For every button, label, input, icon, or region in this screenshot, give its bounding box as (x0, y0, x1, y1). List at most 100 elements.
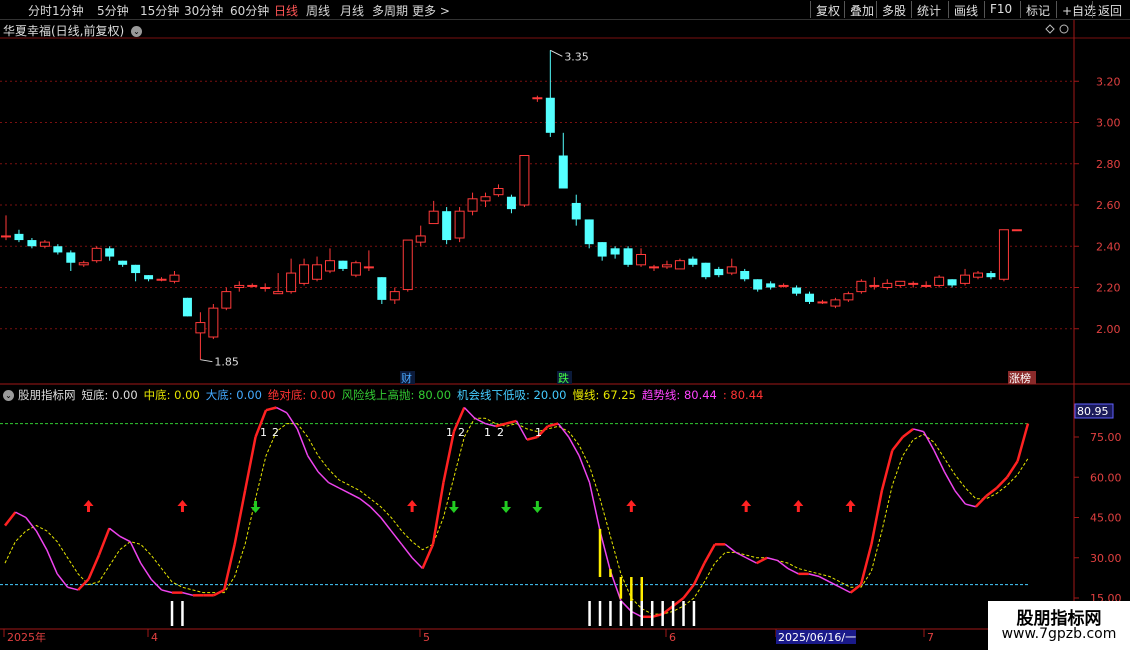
trend-segment (46, 549, 58, 575)
trend-segment (547, 422, 559, 428)
candle-20 (260, 283, 271, 292)
candle-body (234, 284, 245, 288)
indicator-value-4: 风险线上高抛: 80.00 (341, 388, 452, 402)
trend-segment (808, 573, 820, 578)
down-arrow-shape (250, 501, 261, 513)
candle-body (895, 280, 906, 286)
candle-12 (156, 277, 167, 282)
trend-segment (463, 406, 476, 419)
candle-19 (247, 283, 258, 288)
trend-segment (609, 570, 622, 601)
candle-50 (649, 264, 659, 271)
candle-15 (195, 312, 206, 360)
trend-segment (317, 471, 330, 484)
date-axis-label-1: 4 (151, 631, 158, 644)
candle-0 (1, 215, 11, 241)
candle-42 (545, 50, 555, 137)
trend-segment (839, 586, 851, 594)
candle-37 (480, 192, 491, 208)
candle-body (493, 188, 504, 196)
candle-body (778, 284, 789, 287)
marker-12-3: 2 (458, 426, 465, 439)
up-arrow-icon (177, 500, 188, 512)
candle-57 (740, 268, 750, 282)
candle-body (169, 274, 180, 282)
candle-body (182, 297, 192, 317)
candle-body (39, 241, 50, 247)
candle-body (869, 284, 880, 287)
trend-segment (161, 589, 173, 594)
trend-segment (933, 450, 946, 473)
trend-segment (505, 419, 517, 425)
candle-41 (532, 95, 543, 102)
trend-segment (129, 541, 142, 564)
chart-canvas[interactable]: 3.20 3.00 2.80 2.60 2.40 2.20 2.00 3.35 1.85 财 跌 涨榜… (0, 0, 1130, 650)
low-mark-label: 1.85 (214, 356, 239, 369)
candle-body (986, 273, 996, 278)
trend-segment (56, 573, 69, 588)
candle-46 (597, 242, 607, 261)
candle-body (856, 280, 867, 293)
trend-segment (119, 535, 131, 543)
candle-64 (830, 297, 841, 309)
candle-24 (312, 256, 323, 282)
candle-77 (998, 229, 1009, 282)
down-arrow-icon (501, 501, 512, 513)
up-arrow-shape (83, 500, 94, 512)
candle-51 (661, 260, 672, 269)
candle-40 (519, 155, 530, 208)
candle-69 (895, 280, 906, 288)
price-axis-label: 3.00 (1096, 117, 1121, 130)
candle-6 (78, 260, 89, 267)
candle-5 (66, 250, 76, 271)
trend-segment (954, 490, 966, 505)
trend-segment (620, 600, 632, 612)
down-arrow-icon (250, 501, 261, 513)
candle-21 (273, 273, 284, 295)
candle-25 (325, 248, 335, 274)
trend-segment (1016, 423, 1030, 462)
date-axis-label-2: 5 (423, 631, 430, 644)
candle-body (156, 278, 167, 281)
trend-segment (849, 583, 862, 594)
trend-segment (349, 492, 361, 500)
candle-53 (688, 256, 698, 267)
candle-22 (286, 258, 297, 294)
candle-31 (402, 239, 413, 292)
candle-body (973, 272, 983, 278)
price-axis-label: 2.20 (1096, 282, 1121, 295)
date-cursor-label: 2025/06/16/一 (778, 631, 856, 644)
trend-segment (442, 431, 456, 483)
candle-62 (805, 291, 815, 304)
indicator-value-2: 大底: 0.00 (205, 388, 262, 402)
candle-body (597, 242, 607, 257)
up-arrow-shape (845, 500, 856, 512)
candle-body (221, 291, 232, 309)
candle-9 (118, 260, 128, 267)
down-arrow-shape (448, 501, 459, 513)
indicator-name[interactable]: 股朋指标网 (18, 388, 76, 402)
candle-body (208, 307, 219, 338)
trend-segment (588, 482, 601, 532)
candle-body (377, 277, 387, 300)
candle-10 (131, 264, 141, 282)
candle-63 (817, 299, 828, 304)
candle-body (714, 268, 724, 276)
candle-body (688, 258, 698, 265)
trend-segment (4, 511, 17, 527)
price-axis-label: 2.60 (1096, 199, 1121, 212)
candle-body (701, 262, 711, 278)
candle-11 (144, 275, 154, 282)
candle-body (805, 293, 815, 302)
indicator-value-6: 慢线: 67.25 (572, 388, 636, 402)
up-arrow-icon (626, 500, 637, 512)
indicator-settings-icon[interactable]: ⌄ (3, 390, 14, 401)
indicator-value-7: 趋势线: 80.44 (641, 388, 717, 402)
trend-segment (891, 436, 904, 452)
indicator-value-1: 中底: 0.00 (143, 388, 200, 402)
candle-body (286, 272, 297, 293)
trend-segment (411, 557, 424, 570)
candle-45 (584, 219, 594, 249)
candle-2 (27, 238, 37, 249)
candle-body (66, 252, 76, 263)
